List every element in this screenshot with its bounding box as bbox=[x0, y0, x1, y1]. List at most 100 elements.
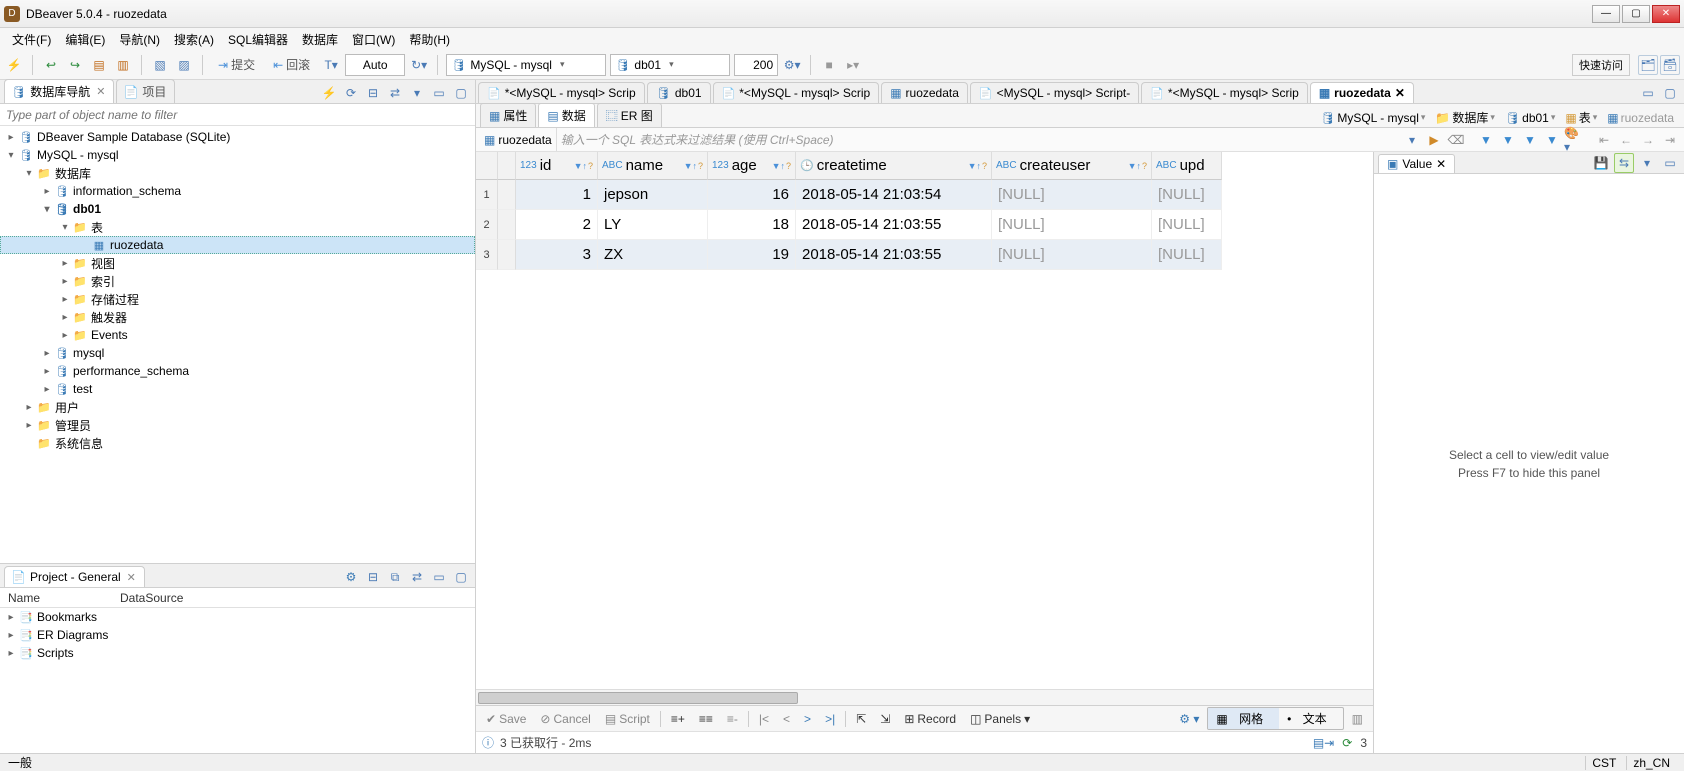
cell[interactable]: jepson bbox=[598, 180, 708, 210]
cell[interactable]: 2018-05-14 21:03:54 bbox=[796, 180, 992, 210]
stop-icon[interactable]: ■ bbox=[819, 55, 839, 75]
filter-icon-2[interactable]: ▼ bbox=[1498, 130, 1518, 150]
tree-node-sample-db[interactable]: ▸🛢DBeaver Sample Database (SQLite) bbox=[0, 128, 475, 146]
panels-button[interactable]: ◫ Panels ▾ bbox=[966, 710, 1034, 728]
cell[interactable]: 2 bbox=[516, 210, 598, 240]
col-name[interactable]: ABCname▼↑? bbox=[598, 152, 708, 180]
back-icon[interactable]: ↩ bbox=[41, 55, 61, 75]
sql-filter-input[interactable]: 输入一个 SQL 表达式来过滤结果 (使用 Ctrl+Space) bbox=[561, 131, 1398, 148]
database-combo[interactable]: 🛢db01▾ bbox=[610, 54, 730, 76]
row-select[interactable] bbox=[498, 210, 516, 240]
tree-node-tables[interactable]: ▾📁表 bbox=[0, 218, 475, 236]
editor-tab-7[interactable]: ruozedata✕ bbox=[1310, 82, 1414, 103]
grid-empty-area[interactable] bbox=[476, 270, 1373, 689]
close-icon[interactable]: ✕ bbox=[1436, 157, 1446, 171]
rowlimit-input[interactable]: 200 bbox=[734, 54, 778, 76]
row-select[interactable] bbox=[498, 180, 516, 210]
proj-collapse-icon[interactable]: ⊟ bbox=[363, 567, 383, 587]
cell[interactable]: 1 bbox=[516, 180, 598, 210]
dup-row-icon[interactable]: ≡≡ bbox=[695, 710, 717, 728]
value-menu-icon[interactable]: ▾ bbox=[1637, 153, 1657, 173]
del-row-icon[interactable]: ≡- bbox=[723, 710, 742, 728]
database-tree[interactable]: ▸🛢DBeaver Sample Database (SQLite) ▾🛢MyS… bbox=[0, 126, 475, 563]
proj-scripts[interactable]: ▸📑Scripts bbox=[0, 644, 475, 662]
add-row-icon[interactable]: ≡+ bbox=[667, 710, 689, 728]
menu-edit[interactable]: 编辑(E) bbox=[59, 29, 111, 50]
proj-max-icon[interactable]: ▢ bbox=[451, 567, 471, 587]
last-page-icon[interactable]: >| bbox=[821, 710, 839, 728]
row-select[interactable] bbox=[498, 240, 516, 270]
nav-left-end-icon[interactable]: ⇤ bbox=[1594, 130, 1614, 150]
perspective-icon-1[interactable]: 🗂 bbox=[1638, 55, 1658, 75]
perspective-icon-2[interactable]: 🗃 bbox=[1660, 55, 1680, 75]
tree-node-performance-schema[interactable]: ▸🛢performance_schema bbox=[0, 362, 475, 380]
crumb-tables[interactable]: ▦表▾ bbox=[1561, 108, 1601, 127]
editor-tab-3[interactable]: *<MySQL - mysql> Scrip bbox=[713, 82, 880, 103]
tree-node-mysql-db[interactable]: ▸🛢mysql bbox=[0, 344, 475, 362]
filter-icon-1[interactable]: ▼ bbox=[1476, 130, 1496, 150]
grid-scrollbar[interactable] bbox=[476, 689, 1373, 705]
subtab-data[interactable]: ▤数据 bbox=[538, 103, 594, 127]
crumb-db01[interactable]: 🛢db01▾ bbox=[1501, 110, 1559, 126]
commit-button[interactable]: ⇥提交 bbox=[211, 55, 262, 75]
value-tab[interactable]: ▣Value✕ bbox=[1378, 154, 1455, 173]
col-createtime[interactable]: 🕒createtime▼↑? bbox=[796, 152, 992, 180]
forward-icon[interactable]: ↪ bbox=[65, 55, 85, 75]
tree-node-views[interactable]: ▸📁视图 bbox=[0, 254, 475, 272]
copy-sql-icon[interactable]: ▤⇥ bbox=[1313, 736, 1334, 750]
cancel-button[interactable]: ⊘ Cancel bbox=[536, 710, 594, 728]
nav-refresh-icon[interactable]: ⟳ bbox=[341, 83, 361, 103]
close-icon[interactable]: ✕ bbox=[1395, 86, 1405, 100]
proj-copy-icon[interactable]: ⧉ bbox=[385, 567, 405, 587]
tree-node-databases[interactable]: ▾📁数据库 bbox=[0, 164, 475, 182]
tree-node-procs[interactable]: ▸📁存储过程 bbox=[0, 290, 475, 308]
nav-right-icon[interactable]: → bbox=[1638, 130, 1658, 150]
view-mode-grid[interactable]: ▦ 网格 bbox=[1208, 708, 1279, 729]
refresh-limit-icon[interactable]: ⚙▾ bbox=[782, 55, 802, 75]
editor-tab-1[interactable]: *<MySQL - mysql> Scrip bbox=[478, 82, 645, 103]
nav-filter-input[interactable] bbox=[0, 104, 475, 126]
col-age[interactable]: 123age▼↑? bbox=[708, 152, 796, 180]
nav-link-icon[interactable]: ⇄ bbox=[385, 83, 405, 103]
editor-tab-6[interactable]: *<MySQL - mysql> Scrip bbox=[1141, 82, 1308, 103]
tree-node-users[interactable]: ▸📁用户 bbox=[0, 398, 475, 416]
cell[interactable]: 16 bbox=[708, 180, 796, 210]
rownum[interactable]: 3 bbox=[476, 240, 498, 270]
proj-min-icon[interactable]: ▭ bbox=[429, 567, 449, 587]
col-upd[interactable]: ABCupd bbox=[1152, 152, 1222, 180]
proj-bookmarks[interactable]: ▸📑Bookmarks bbox=[0, 608, 475, 626]
tree-node-ruozedata[interactable]: ▦ruozedata bbox=[0, 236, 475, 254]
scrollbar-thumb[interactable] bbox=[478, 692, 798, 704]
menu-help[interactable]: 帮助(H) bbox=[403, 29, 456, 50]
menu-file[interactable]: 文件(F) bbox=[6, 29, 57, 50]
proj-link-icon[interactable]: ⇄ bbox=[407, 567, 427, 587]
tx-dropdown-icon[interactable]: T▾ bbox=[321, 55, 341, 75]
cell[interactable]: ZX bbox=[598, 240, 708, 270]
cell[interactable]: 2018-05-14 21:03:55 bbox=[796, 210, 992, 240]
extra-tool-icon[interactable]: ▸▾ bbox=[843, 55, 863, 75]
cell[interactable]: [NULL] bbox=[1152, 180, 1222, 210]
more-panels-icon[interactable]: ▥ bbox=[1348, 710, 1367, 728]
value-autoapply-icon[interactable]: ⇆ bbox=[1614, 153, 1634, 173]
nav-right-end-icon[interactable]: ⇥ bbox=[1660, 130, 1680, 150]
menu-navigate[interactable]: 导航(N) bbox=[113, 29, 166, 50]
editor-max-icon[interactable]: ▢ bbox=[1660, 83, 1680, 103]
tree-node-triggers[interactable]: ▸📁触发器 bbox=[0, 308, 475, 326]
filter-icon-4[interactable]: ▼ bbox=[1542, 130, 1562, 150]
col-id[interactable]: 123id▼↑? bbox=[516, 152, 598, 180]
nav-add-icon[interactable]: ⚡ bbox=[319, 83, 339, 103]
quick-access[interactable]: 快速访问 bbox=[1572, 54, 1630, 76]
tree-node-sysinfo[interactable]: 📁系统信息 bbox=[0, 434, 475, 452]
proj-er-diagrams[interactable]: ▸📑ER Diagrams bbox=[0, 626, 475, 644]
proj-gear-icon[interactable]: ⚙ bbox=[341, 567, 361, 587]
tree-node-test[interactable]: ▸🛢test bbox=[0, 380, 475, 398]
view-mode-toggle[interactable]: ▦ 网格 • 文本 bbox=[1207, 707, 1343, 730]
sql-editor-icon[interactable]: ▧ bbox=[150, 55, 170, 75]
history-icon[interactable]: ↻▾ bbox=[409, 55, 429, 75]
cell[interactable]: 2018-05-14 21:03:55 bbox=[796, 240, 992, 270]
project-tree[interactable]: ▸📑Bookmarks ▸📑ER Diagrams ▸📑Scripts bbox=[0, 608, 475, 753]
editor-min-icon[interactable]: ▭ bbox=[1638, 83, 1658, 103]
view-mode-text[interactable]: • 文本 bbox=[1279, 708, 1343, 729]
gear-icon[interactable]: ⚙ ▾ bbox=[1175, 710, 1203, 728]
script-button[interactable]: ▤ Script bbox=[601, 710, 654, 728]
